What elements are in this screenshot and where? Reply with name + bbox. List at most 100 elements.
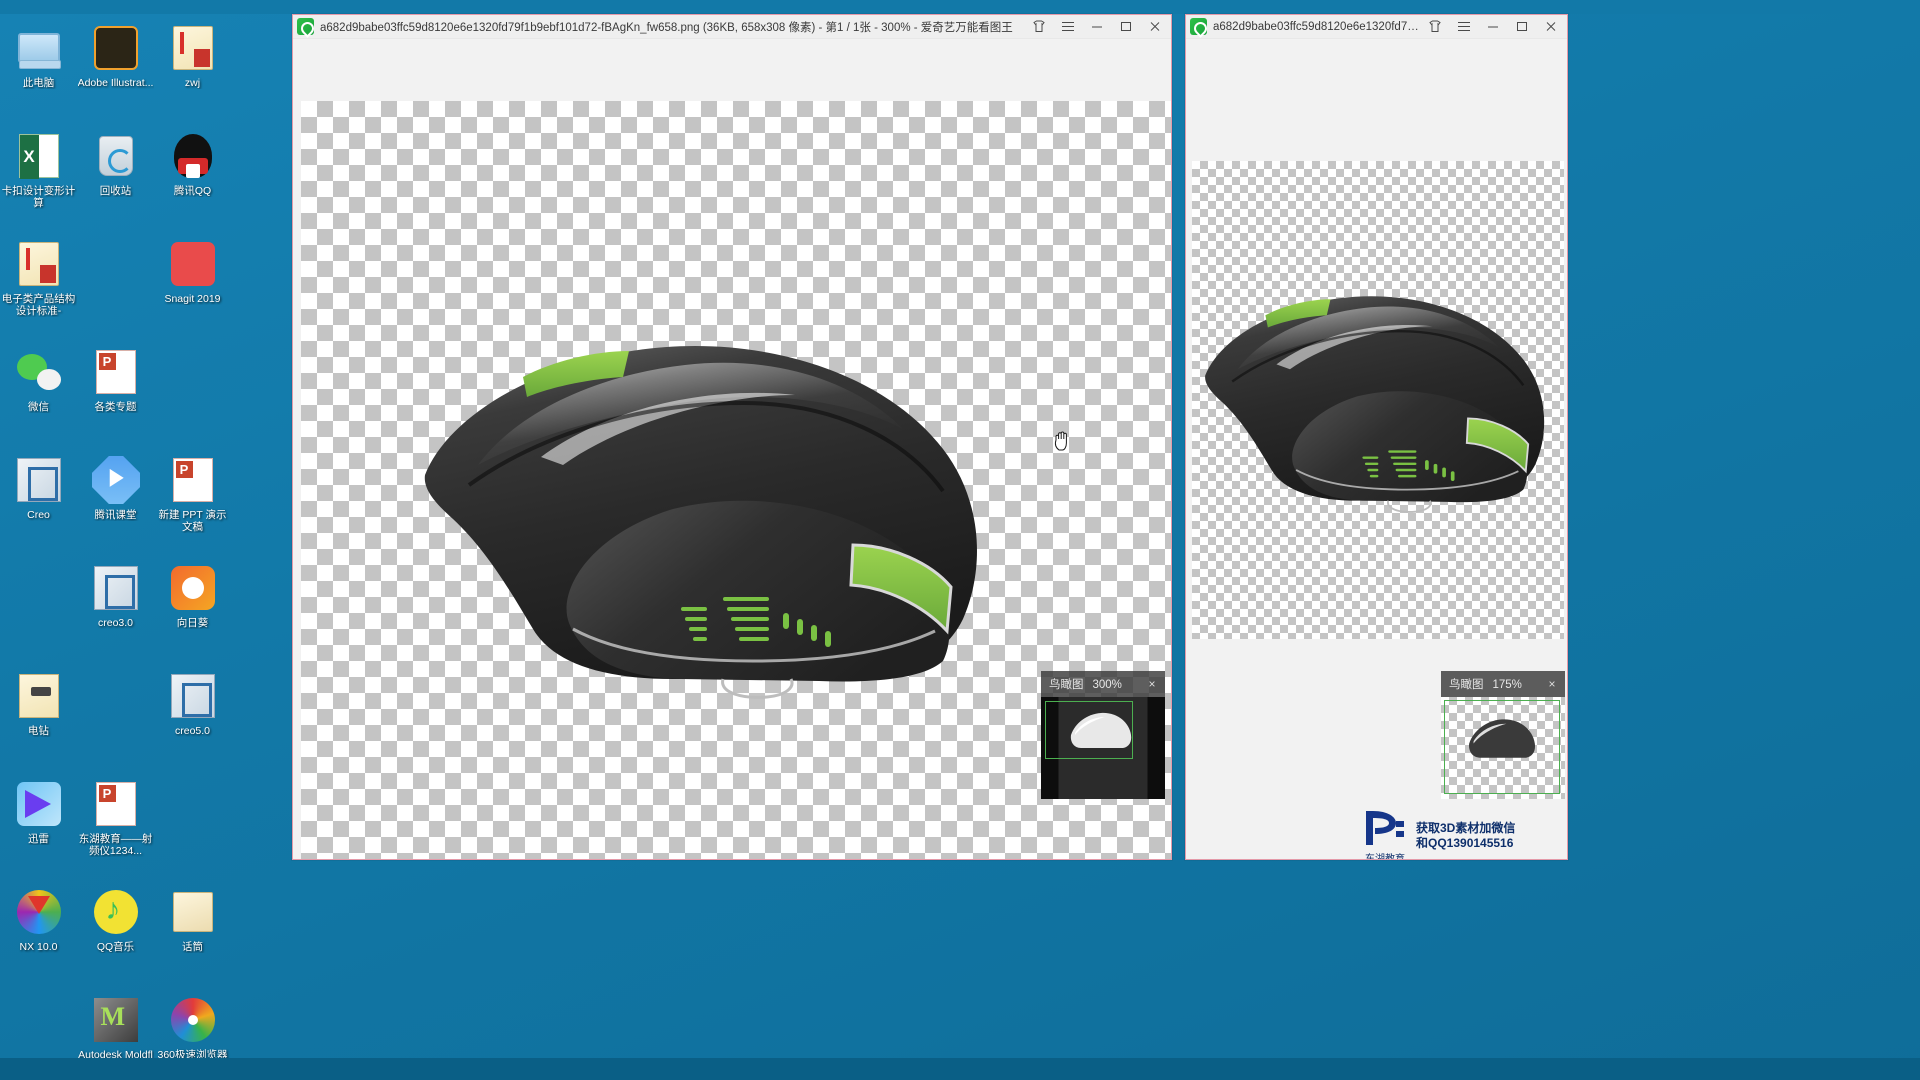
watermark-line2: 和QQ1390145516 — [1416, 836, 1514, 850]
desktop-icon-label: NX 10.0 — [19, 941, 58, 953]
desktop-icon-0[interactable]: 此电脑 — [0, 18, 77, 126]
viewer-canvas-left[interactable]: 鸟瞰图 300% × — [293, 39, 1171, 859]
titlebar-right[interactable]: a682d9babe03ffc59d8120e6e1320fd79f1b9ebf… — [1186, 15, 1567, 39]
powerpoint-icon-art — [95, 350, 136, 394]
excel-icon-art — [18, 134, 59, 179]
qq-music-icon — [92, 888, 140, 936]
adobe-illustrator-icon-art — [93, 26, 138, 70]
minimize-button[interactable] — [1082, 15, 1111, 38]
navigator-close-icon-right[interactable]: × — [1543, 675, 1561, 693]
image-viewer-window-left[interactable]: a682d9babe03ffc59d8120e6e1320fd79f1b9ebf… — [292, 14, 1172, 860]
desktop-icon-5[interactable]: 腾讯QQ — [154, 126, 231, 234]
desktop-icon-label: 向日葵 — [176, 617, 209, 629]
desktop-icon-empty — [154, 774, 231, 882]
desktop-icon-label: 卡扣设计变形计算 — [1, 185, 76, 209]
snagit-icon — [169, 240, 217, 288]
desktop-icon-label: 新建 PPT 演示文稿 — [158, 509, 227, 533]
image-viewer-window-right[interactable]: a682d9babe03ffc59d8120e6e1320fd79f1b9ebf… — [1185, 14, 1568, 860]
navigator-viewport-rect-right[interactable] — [1444, 700, 1560, 794]
folder-drill-icon — [15, 672, 63, 720]
snagit-icon-art — [170, 242, 215, 286]
watermark-right: 东湖教育 获取3D素材加微信 和QQ1390145516 — [1362, 807, 1515, 859]
window-controls-left — [1024, 15, 1169, 38]
desktop-icon-label: 回收站 — [99, 185, 132, 197]
desktop-icon-16[interactable]: creo3.0 — [77, 558, 154, 666]
app-logo-icon — [297, 18, 314, 35]
powerpoint-icon — [92, 348, 140, 396]
navigator-thumbnail-right[interactable] — [1441, 697, 1565, 799]
powerpoint-icon-art — [95, 782, 136, 826]
taskbar[interactable] — [0, 1058, 1920, 1080]
minimize-button-right[interactable] — [1478, 15, 1507, 38]
desktop-icon-label: QQ音乐 — [96, 941, 135, 953]
desktop-icon-17[interactable]: 向日葵 — [154, 558, 231, 666]
helmet-image-left — [424, 346, 977, 699]
desktop-icon-label: Adobe Illustrat... — [77, 77, 154, 89]
navigator-label-right: 鸟瞰图 — [1449, 679, 1484, 691]
xunlei-icon-art — [16, 782, 61, 826]
desktop-icon-9[interactable]: 微信 — [0, 342, 77, 450]
desktop-icon-8[interactable]: Snagit 2019 — [154, 234, 231, 342]
viewer-canvas-right[interactable]: 鸟瞰图 175% × 获取3D素材加微信 和QQ1390145516 — [1186, 39, 1567, 859]
desktop-icon-label: 东湖教育——射频仪1234... — [78, 833, 153, 857]
desktop-icon-label: 微信 — [28, 401, 49, 413]
desktop-icon-12[interactable]: Creo — [0, 450, 77, 558]
navigator-panel-left[interactable]: 鸟瞰图 300% × — [1041, 671, 1165, 799]
folder-drill-icon-art — [18, 674, 59, 718]
desktop-icon-10[interactable]: 各类专题 — [77, 342, 154, 450]
desktop-icon-20[interactable]: creo5.0 — [154, 666, 231, 774]
sunflower-remote-icon-art — [170, 566, 215, 610]
folder-pdf-icon — [169, 24, 217, 72]
desktop-icon-6[interactable]: 电子类产品结构设计标准- — [0, 234, 77, 342]
folder-icon — [169, 888, 217, 936]
creo3-icon-art — [93, 566, 138, 610]
menu-icon-right[interactable] — [1449, 15, 1478, 38]
powerpoint-icon — [169, 456, 217, 504]
watermark-brand: 东湖教育 — [1365, 850, 1405, 859]
skin-icon-right[interactable] — [1420, 15, 1449, 38]
window-title-left: a682d9babe03ffc59d8120e6e1320fd79f1b9ebf… — [320, 21, 1013, 34]
desktop-icon-26[interactable]: 话筒 — [154, 882, 231, 990]
donghu-edu-logo-icon — [1366, 811, 1404, 845]
desktop-icon-21[interactable]: 迅雷 — [0, 774, 77, 882]
desktop-icon-label: 此电脑 — [22, 77, 55, 89]
desktop-icon-4[interactable]: 回收站 — [77, 126, 154, 234]
desktop-icon-13[interactable]: 腾讯课堂 — [77, 450, 154, 558]
desktop-icon-3[interactable]: 卡扣设计变形计算 — [0, 126, 77, 234]
desktop-icon-label: 腾讯课堂 — [94, 509, 137, 521]
close-button[interactable] — [1140, 15, 1169, 38]
navigator-thumbnail-left[interactable] — [1041, 697, 1165, 799]
maximize-button-right[interactable] — [1507, 15, 1536, 38]
excel-icon — [15, 132, 63, 180]
navigator-zoom-left: 300% — [1092, 679, 1122, 691]
navigator-header-left: 鸟瞰图 300% × — [1041, 671, 1165, 697]
navigator-close-icon-left[interactable]: × — [1143, 675, 1161, 693]
desktop-icon-1[interactable]: Adobe Illustrat... — [77, 18, 154, 126]
desktop-icon-2[interactable]: zwj — [154, 18, 231, 126]
folder-pdf-icon-art — [172, 26, 213, 70]
desktop-icon-24[interactable]: NX 10.0 — [0, 882, 77, 990]
desktop-icon-25[interactable]: QQ音乐 — [77, 882, 154, 990]
browser-360-icon-art — [170, 998, 215, 1042]
skin-icon[interactable] — [1024, 15, 1053, 38]
creo5-icon-art — [170, 674, 215, 718]
watermark-line1: 获取3D素材加微信 — [1416, 821, 1516, 835]
close-button-right[interactable] — [1536, 15, 1565, 38]
menu-icon[interactable] — [1053, 15, 1082, 38]
creo-icon — [15, 456, 63, 504]
navigator-panel-right[interactable]: 鸟瞰图 175% × — [1441, 671, 1565, 799]
this-pc-icon — [15, 24, 63, 72]
siemens-nx-icon-art — [16, 890, 61, 934]
desktop-icon-label: 电子类产品结构设计标准- — [1, 293, 76, 317]
desktop-icon-14[interactable]: 新建 PPT 演示文稿 — [154, 450, 231, 558]
tencent-qq-icon-art — [173, 134, 212, 178]
autodesk-moldflow-icon-art — [93, 998, 138, 1042]
navigator-viewport-rect-left[interactable] — [1045, 701, 1133, 759]
window-title-right: a682d9babe03ffc59d8120e6e1320fd79f1b9ebf… — [1213, 20, 1420, 33]
desktop-icon-22[interactable]: 东湖教育——射频仪1234... — [77, 774, 154, 882]
tencent-ketang-icon-art — [91, 456, 140, 504]
desktop-icon-18[interactable]: 电钻 — [0, 666, 77, 774]
recycle-bin-icon-art — [98, 136, 133, 176]
titlebar-left[interactable]: a682d9babe03ffc59d8120e6e1320fd79f1b9ebf… — [293, 15, 1171, 39]
maximize-button[interactable] — [1111, 15, 1140, 38]
